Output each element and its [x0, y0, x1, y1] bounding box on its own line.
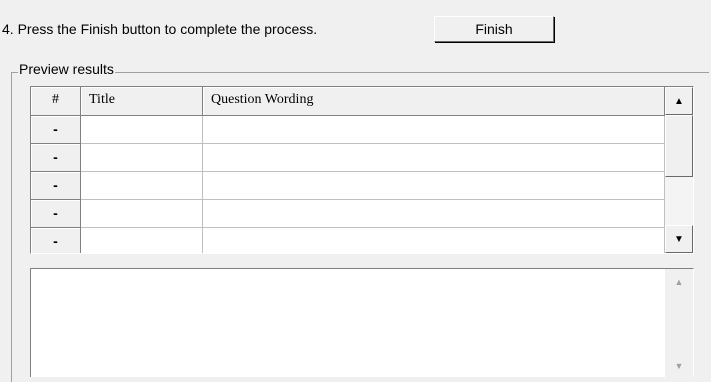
scrollbar-thumb[interactable] [665, 115, 693, 177]
preview-results-grid[interactable]: # Title Question Wording - - - - - ▲ ▼ [30, 86, 694, 254]
preview-results-label: Preview results [18, 61, 115, 77]
scroll-up-arrow-icon[interactable]: ▲ [665, 87, 693, 115]
title-cell[interactable] [81, 172, 203, 200]
table-row[interactable]: - [31, 200, 665, 228]
grid-header-row: # Title Question Wording [31, 87, 665, 116]
table-row[interactable]: - [31, 116, 665, 144]
title-cell[interactable] [81, 228, 203, 253]
question-wording-cell[interactable] [203, 172, 665, 200]
scroll-down-arrow-icon[interactable]: ▼ [665, 225, 693, 253]
question-wording-cell[interactable] [203, 228, 665, 253]
row-number-cell[interactable]: - [31, 228, 81, 253]
title-cell[interactable] [81, 144, 203, 172]
details-vertical-scrollbar[interactable]: ▲ ▼ [665, 269, 693, 377]
question-wording-cell[interactable] [203, 116, 665, 144]
grid-vertical-scrollbar[interactable]: ▲ ▼ [665, 87, 693, 253]
step-instruction: 4. Press the Finish button to complete t… [2, 21, 318, 37]
title-cell[interactable] [81, 116, 203, 144]
table-row[interactable]: - [31, 172, 665, 200]
grid-body: # Title Question Wording - - - - - [31, 87, 665, 253]
scrollbar-track[interactable] [665, 177, 693, 225]
scroll-down-arrow-icon[interactable]: ▼ [665, 361, 693, 371]
row-number-cell[interactable]: - [31, 200, 81, 228]
column-header-number[interactable]: # [31, 87, 81, 116]
table-row[interactable]: - [31, 228, 665, 253]
table-row[interactable]: - [31, 144, 665, 172]
question-wording-cell[interactable] [203, 144, 665, 172]
row-number-cell[interactable]: - [31, 116, 81, 144]
finish-button[interactable]: Finish [434, 16, 554, 42]
column-header-title[interactable]: Title [81, 87, 203, 116]
title-cell[interactable] [81, 200, 203, 228]
question-details-textarea[interactable]: ▲ ▼ [30, 268, 694, 377]
row-number-cell[interactable]: - [31, 172, 81, 200]
scroll-up-arrow-icon[interactable]: ▲ [665, 277, 693, 287]
column-header-question-wording[interactable]: Question Wording [203, 87, 665, 116]
question-wording-cell[interactable] [203, 200, 665, 228]
row-number-cell[interactable]: - [31, 144, 81, 172]
